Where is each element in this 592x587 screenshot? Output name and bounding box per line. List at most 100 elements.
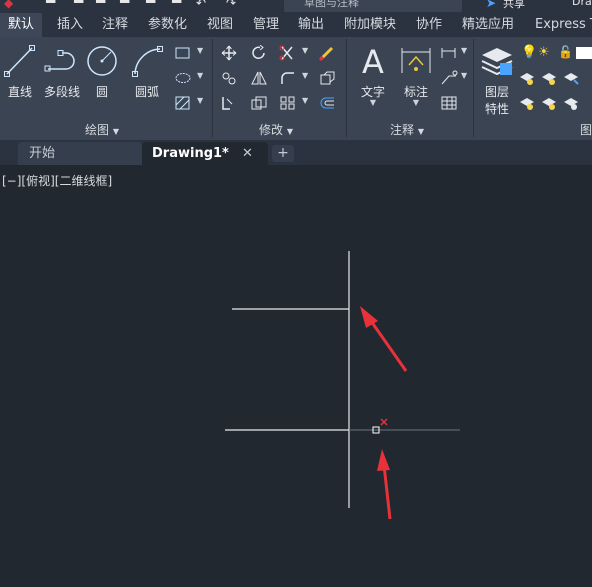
hatch-dropdown-icon[interactable]: ▼ bbox=[197, 96, 203, 105]
line-icon bbox=[4, 45, 35, 77]
move-icon[interactable] bbox=[220, 45, 238, 61]
arc-button[interactable]: 圆弧 bbox=[127, 43, 167, 100]
save-as-icon[interactable]: ▀ bbox=[120, 0, 129, 10]
plot-icon[interactable]: ▀ bbox=[172, 0, 181, 10]
tab-insert[interactable]: 插入 bbox=[57, 13, 83, 37]
red-arrow-lower-head bbox=[377, 449, 390, 471]
rectangle-icon[interactable] bbox=[174, 45, 192, 61]
trim-dropdown-icon[interactable]: ▼ bbox=[302, 46, 308, 55]
app-logo-icon[interactable]: ◆ bbox=[4, 0, 13, 10]
layers-panel-title[interactable]: 图 bbox=[580, 121, 592, 138]
share-icon[interactable]: ➤ bbox=[486, 0, 496, 10]
polyline-label: 多段线 bbox=[43, 85, 80, 99]
layer-on-icon[interactable]: 💡 bbox=[521, 45, 537, 60]
file-tab-bar: 开始 Drawing1* ✕ + bbox=[0, 140, 592, 165]
tab-express-tools[interactable]: Express T bbox=[535, 13, 592, 37]
scale-icon[interactable] bbox=[250, 95, 268, 111]
web-icon[interactable]: ▀ bbox=[146, 0, 155, 10]
layer-properties-button[interactable]: 图层 特性 bbox=[477, 43, 517, 117]
layer-thaw-icon[interactable]: ☀ bbox=[538, 45, 550, 60]
modify-panel-expand-icon: ▼ bbox=[286, 127, 293, 136]
file-tab-start[interactable]: 开始 bbox=[18, 142, 142, 165]
undo-icon[interactable]: ↶ bbox=[196, 0, 206, 10]
workspace-dropdown[interactable]: 草图与注释 bbox=[284, 0, 462, 12]
annotation-panel-title[interactable]: 注释 ▼ bbox=[390, 121, 424, 138]
layer-properties-icon bbox=[481, 48, 513, 76]
layer-isolate-icon[interactable] bbox=[540, 70, 558, 86]
circle-button[interactable]: 圆 bbox=[85, 43, 119, 100]
tab-output[interactable]: 输出 bbox=[298, 13, 324, 37]
red-arrow-lower-shaft bbox=[382, 464, 392, 520]
file-tab-drawing1[interactable]: Drawing1* ✕ bbox=[142, 142, 268, 165]
line-button[interactable]: 直线 bbox=[2, 43, 38, 100]
rotate-icon[interactable] bbox=[250, 45, 268, 61]
workspace-label: 草图与注释 bbox=[304, 0, 359, 9]
ellipse-icon[interactable] bbox=[174, 70, 192, 86]
svg-text:A: A bbox=[362, 43, 384, 79]
close-tab-icon[interactable]: ✕ bbox=[242, 142, 253, 165]
panel-separator bbox=[346, 39, 347, 137]
layer-unlock-icon[interactable]: 🔓 bbox=[558, 45, 573, 59]
mirror-icon[interactable] bbox=[250, 70, 268, 86]
layer-properties-label-2: 特性 bbox=[484, 102, 509, 116]
draw-panel-title-text: 绘图 bbox=[85, 123, 110, 137]
share-label[interactable]: 共享 bbox=[503, 0, 525, 11]
quick-access-toolbar: ◆ ▀ ▀ ▀ ▀ ▀ ▀ ↶ ↷ 草图与注释 ➤ 共享 Dra bbox=[0, 0, 592, 13]
layer-color-swatch[interactable] bbox=[576, 47, 592, 59]
draw-panel-title[interactable]: 绘图 ▼ bbox=[85, 121, 119, 138]
stretch-icon[interactable] bbox=[220, 95, 238, 111]
tab-manage[interactable]: 管理 bbox=[253, 13, 279, 37]
drawing-canvas[interactable] bbox=[0, 165, 592, 587]
redo-icon[interactable]: ↷ bbox=[226, 0, 236, 10]
array-dropdown-icon[interactable]: ▼ bbox=[302, 96, 308, 105]
polyline-button[interactable]: 多段线 bbox=[40, 43, 84, 100]
rectangle-dropdown-icon[interactable]: ▼ bbox=[197, 46, 203, 55]
new-file-icon[interactable]: ▀ bbox=[46, 0, 55, 10]
save-icon[interactable]: ▀ bbox=[96, 0, 105, 10]
layer-match-icon[interactable] bbox=[518, 95, 536, 111]
new-tab-button[interactable]: + bbox=[272, 145, 294, 162]
panel-separator bbox=[212, 39, 213, 137]
layer-state-icon[interactable] bbox=[518, 70, 536, 86]
tab-collaborate[interactable]: 协作 bbox=[416, 13, 442, 37]
tab-default[interactable]: 默认 bbox=[0, 13, 43, 37]
modify-panel-title[interactable]: 修改 ▼ bbox=[259, 121, 293, 138]
hatch-icon[interactable] bbox=[174, 95, 192, 111]
text-button[interactable]: A 文字 ▼ bbox=[357, 43, 389, 107]
linear-dimension-dropdown-icon[interactable]: ▼ bbox=[461, 46, 467, 55]
annotation-panel-title-text: 注释 bbox=[390, 123, 415, 137]
copy-icon[interactable] bbox=[220, 70, 238, 86]
tab-annotate[interactable]: 注释 bbox=[102, 13, 128, 37]
fillet-icon[interactable] bbox=[279, 70, 297, 86]
trim-icon[interactable] bbox=[279, 45, 297, 61]
tab-view[interactable]: 视图 bbox=[207, 13, 233, 37]
array-icon[interactable] bbox=[279, 95, 297, 111]
leader-icon[interactable] bbox=[440, 70, 458, 86]
offset-icon[interactable] bbox=[318, 95, 336, 111]
circle-icon bbox=[87, 46, 117, 76]
tab-featured-apps[interactable]: 精选应用 bbox=[462, 13, 514, 37]
arc-label: 圆弧 bbox=[134, 85, 159, 99]
layer-freeze-icon[interactable] bbox=[562, 70, 580, 86]
ellipse-dropdown-icon[interactable]: ▼ bbox=[197, 71, 203, 80]
layer-walk-icon[interactable] bbox=[562, 95, 580, 111]
dimension-button[interactable]: 标注 ▼ bbox=[398, 43, 434, 107]
tab-addins[interactable]: 附加模块 bbox=[344, 13, 396, 37]
explode-icon[interactable] bbox=[318, 70, 336, 86]
linear-dimension-icon[interactable] bbox=[440, 45, 458, 61]
tab-parametric[interactable]: 参数化 bbox=[148, 13, 187, 37]
fillet-dropdown-icon[interactable]: ▼ bbox=[302, 71, 308, 80]
text-dropdown-icon: ▼ bbox=[369, 98, 377, 107]
erase-icon[interactable] bbox=[318, 45, 336, 61]
open-file-icon[interactable]: ▀ bbox=[74, 0, 83, 10]
ribbon-panel: 直线 多段线 圆 圆弧 ▼ ▼ ▼ 绘图 ▼ ▼ ▼ ▼ 修改 ▼ A 文字 ▼… bbox=[0, 37, 592, 141]
circle-label: 圆 bbox=[95, 85, 108, 99]
layer-previous-icon[interactable] bbox=[540, 95, 558, 111]
line-label: 直线 bbox=[7, 85, 32, 99]
panel-separator bbox=[473, 39, 474, 137]
table-icon[interactable] bbox=[440, 95, 458, 111]
ribbon-tab-bar: 默认 插入 注释 参数化 视图 管理 输出 附加模块 协作 精选应用 Expre… bbox=[0, 13, 592, 37]
modify-panel-title-text: 修改 bbox=[259, 123, 284, 137]
snap-marker-icon bbox=[380, 418, 388, 426]
leader-dropdown-icon[interactable]: ▼ bbox=[461, 71, 467, 80]
